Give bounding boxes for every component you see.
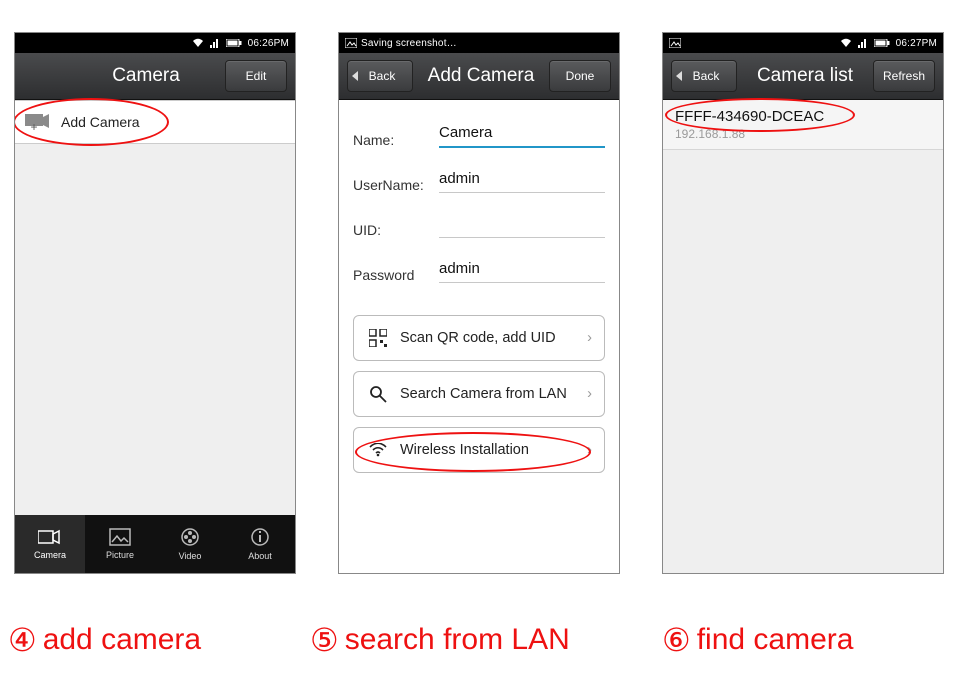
camera-ip: 192.168.1.88 — [675, 127, 931, 141]
caption-6: ⑥ find camera — [662, 623, 952, 657]
back-button[interactable]: Back — [671, 60, 737, 92]
add-camera-label: Add Camera — [61, 114, 140, 130]
video-icon — [180, 527, 200, 549]
nav-picture-label: Picture — [106, 550, 134, 560]
caption-4: ④ add camera — [8, 623, 298, 657]
wireless-install-button[interactable]: Wireless Installation › — [353, 427, 605, 473]
nav-about-label: About — [248, 551, 272, 561]
caption-5: ⑤ search from LAN — [310, 623, 650, 657]
signal-icon — [210, 38, 220, 48]
content-area: Name: Camera UserName: admin UID: Passwo… — [339, 100, 619, 573]
scan-qr-label: Scan QR code, add UID — [400, 330, 556, 346]
qr-icon — [366, 329, 390, 347]
bottom-nav: Camera Picture Video About — [15, 515, 295, 573]
uid-label: UID: — [353, 222, 439, 238]
status-bar: 06:27PM — [663, 33, 943, 53]
phone-camera-list: 06:26PM Camera Edit + Add Camera — [14, 32, 296, 574]
back-label: Back — [369, 69, 396, 83]
circled-number-5: ⑤ — [310, 624, 339, 656]
status-saving-text: Saving screenshot… — [361, 38, 457, 49]
content-area: FFFF-434690-DCEAC 192.168.1.88 — [663, 100, 943, 573]
phone-add-camera: Saving screenshot… Back Add Camera Done … — [338, 32, 620, 574]
search-lan-button[interactable]: Search Camera from LAN › — [353, 371, 605, 417]
circled-number-6: ⑥ — [662, 624, 691, 656]
camera-list-item[interactable]: FFFF-434690-DCEAC 192.168.1.88 — [663, 100, 943, 150]
page-title: Camera list — [737, 65, 873, 87]
picture-icon — [345, 38, 357, 48]
name-input[interactable]: Camera — [439, 124, 605, 148]
name-label: Name: — [353, 132, 439, 148]
about-icon — [250, 527, 270, 549]
wifi-icon — [840, 38, 852, 48]
status-bar: Saving screenshot… — [339, 33, 619, 53]
battery-icon — [226, 39, 242, 47]
refresh-button[interactable]: Refresh — [873, 60, 935, 92]
wifi-icon — [192, 38, 204, 48]
battery-icon — [874, 39, 890, 47]
nav-video[interactable]: Video — [155, 515, 225, 573]
chevron-right-icon: › — [587, 442, 592, 458]
nav-camera[interactable]: Camera — [15, 515, 85, 573]
camera-uid: FFFF-434690-DCEAC — [675, 108, 931, 125]
back-label: Back — [693, 69, 720, 83]
nav-video-label: Video — [179, 551, 202, 561]
camera-icon — [38, 528, 62, 548]
add-camera-row[interactable]: + Add Camera — [15, 100, 295, 144]
scan-qr-button[interactable]: Scan QR code, add UID › — [353, 315, 605, 361]
chevron-right-icon: › — [587, 330, 592, 346]
status-time: 06:26PM — [248, 38, 289, 49]
nav-camera-label: Camera — [34, 550, 66, 560]
page-title: Add Camera — [413, 65, 549, 87]
picture-icon — [669, 38, 681, 48]
camera-plus-icon: + — [25, 111, 53, 134]
uid-input[interactable] — [439, 215, 605, 238]
caption-6-text: find camera — [697, 623, 854, 657]
password-input[interactable]: admin — [439, 260, 605, 283]
done-button[interactable]: Done — [549, 60, 611, 92]
page-title: Camera — [67, 65, 225, 87]
caption-4-text: add camera — [43, 623, 201, 657]
username-input[interactable]: admin — [439, 170, 605, 193]
phone-camera-list-results: 06:27PM Back Camera list Refresh FFFF-43… — [662, 32, 944, 574]
edit-button[interactable]: Edit — [225, 60, 287, 92]
svg-text:+: + — [30, 120, 37, 131]
toolbar: Back Add Camera Done — [339, 53, 619, 100]
status-time: 06:27PM — [896, 38, 937, 49]
search-icon — [366, 385, 390, 403]
password-label: Password — [353, 267, 439, 283]
signal-icon — [858, 38, 868, 48]
nav-picture[interactable]: Picture — [85, 515, 155, 573]
nav-about[interactable]: About — [225, 515, 295, 573]
wireless-label: Wireless Installation — [400, 442, 529, 458]
caption-5-text: search from LAN — [345, 623, 570, 657]
chevron-right-icon: › — [587, 386, 592, 402]
wifi-icon — [366, 443, 390, 457]
status-bar: 06:26PM — [15, 33, 295, 53]
circled-number-4: ④ — [8, 624, 37, 656]
picture-icon — [109, 528, 131, 548]
toolbar: Camera Edit — [15, 53, 295, 100]
toolbar: Back Camera list Refresh — [663, 53, 943, 100]
caption-row: ④ add camera ⑤ search from LAN ⑥ find ca… — [0, 623, 960, 657]
back-button[interactable]: Back — [347, 60, 413, 92]
content-area: + Add Camera — [15, 100, 295, 515]
search-lan-label: Search Camera from LAN — [400, 386, 567, 402]
username-label: UserName: — [353, 177, 439, 193]
